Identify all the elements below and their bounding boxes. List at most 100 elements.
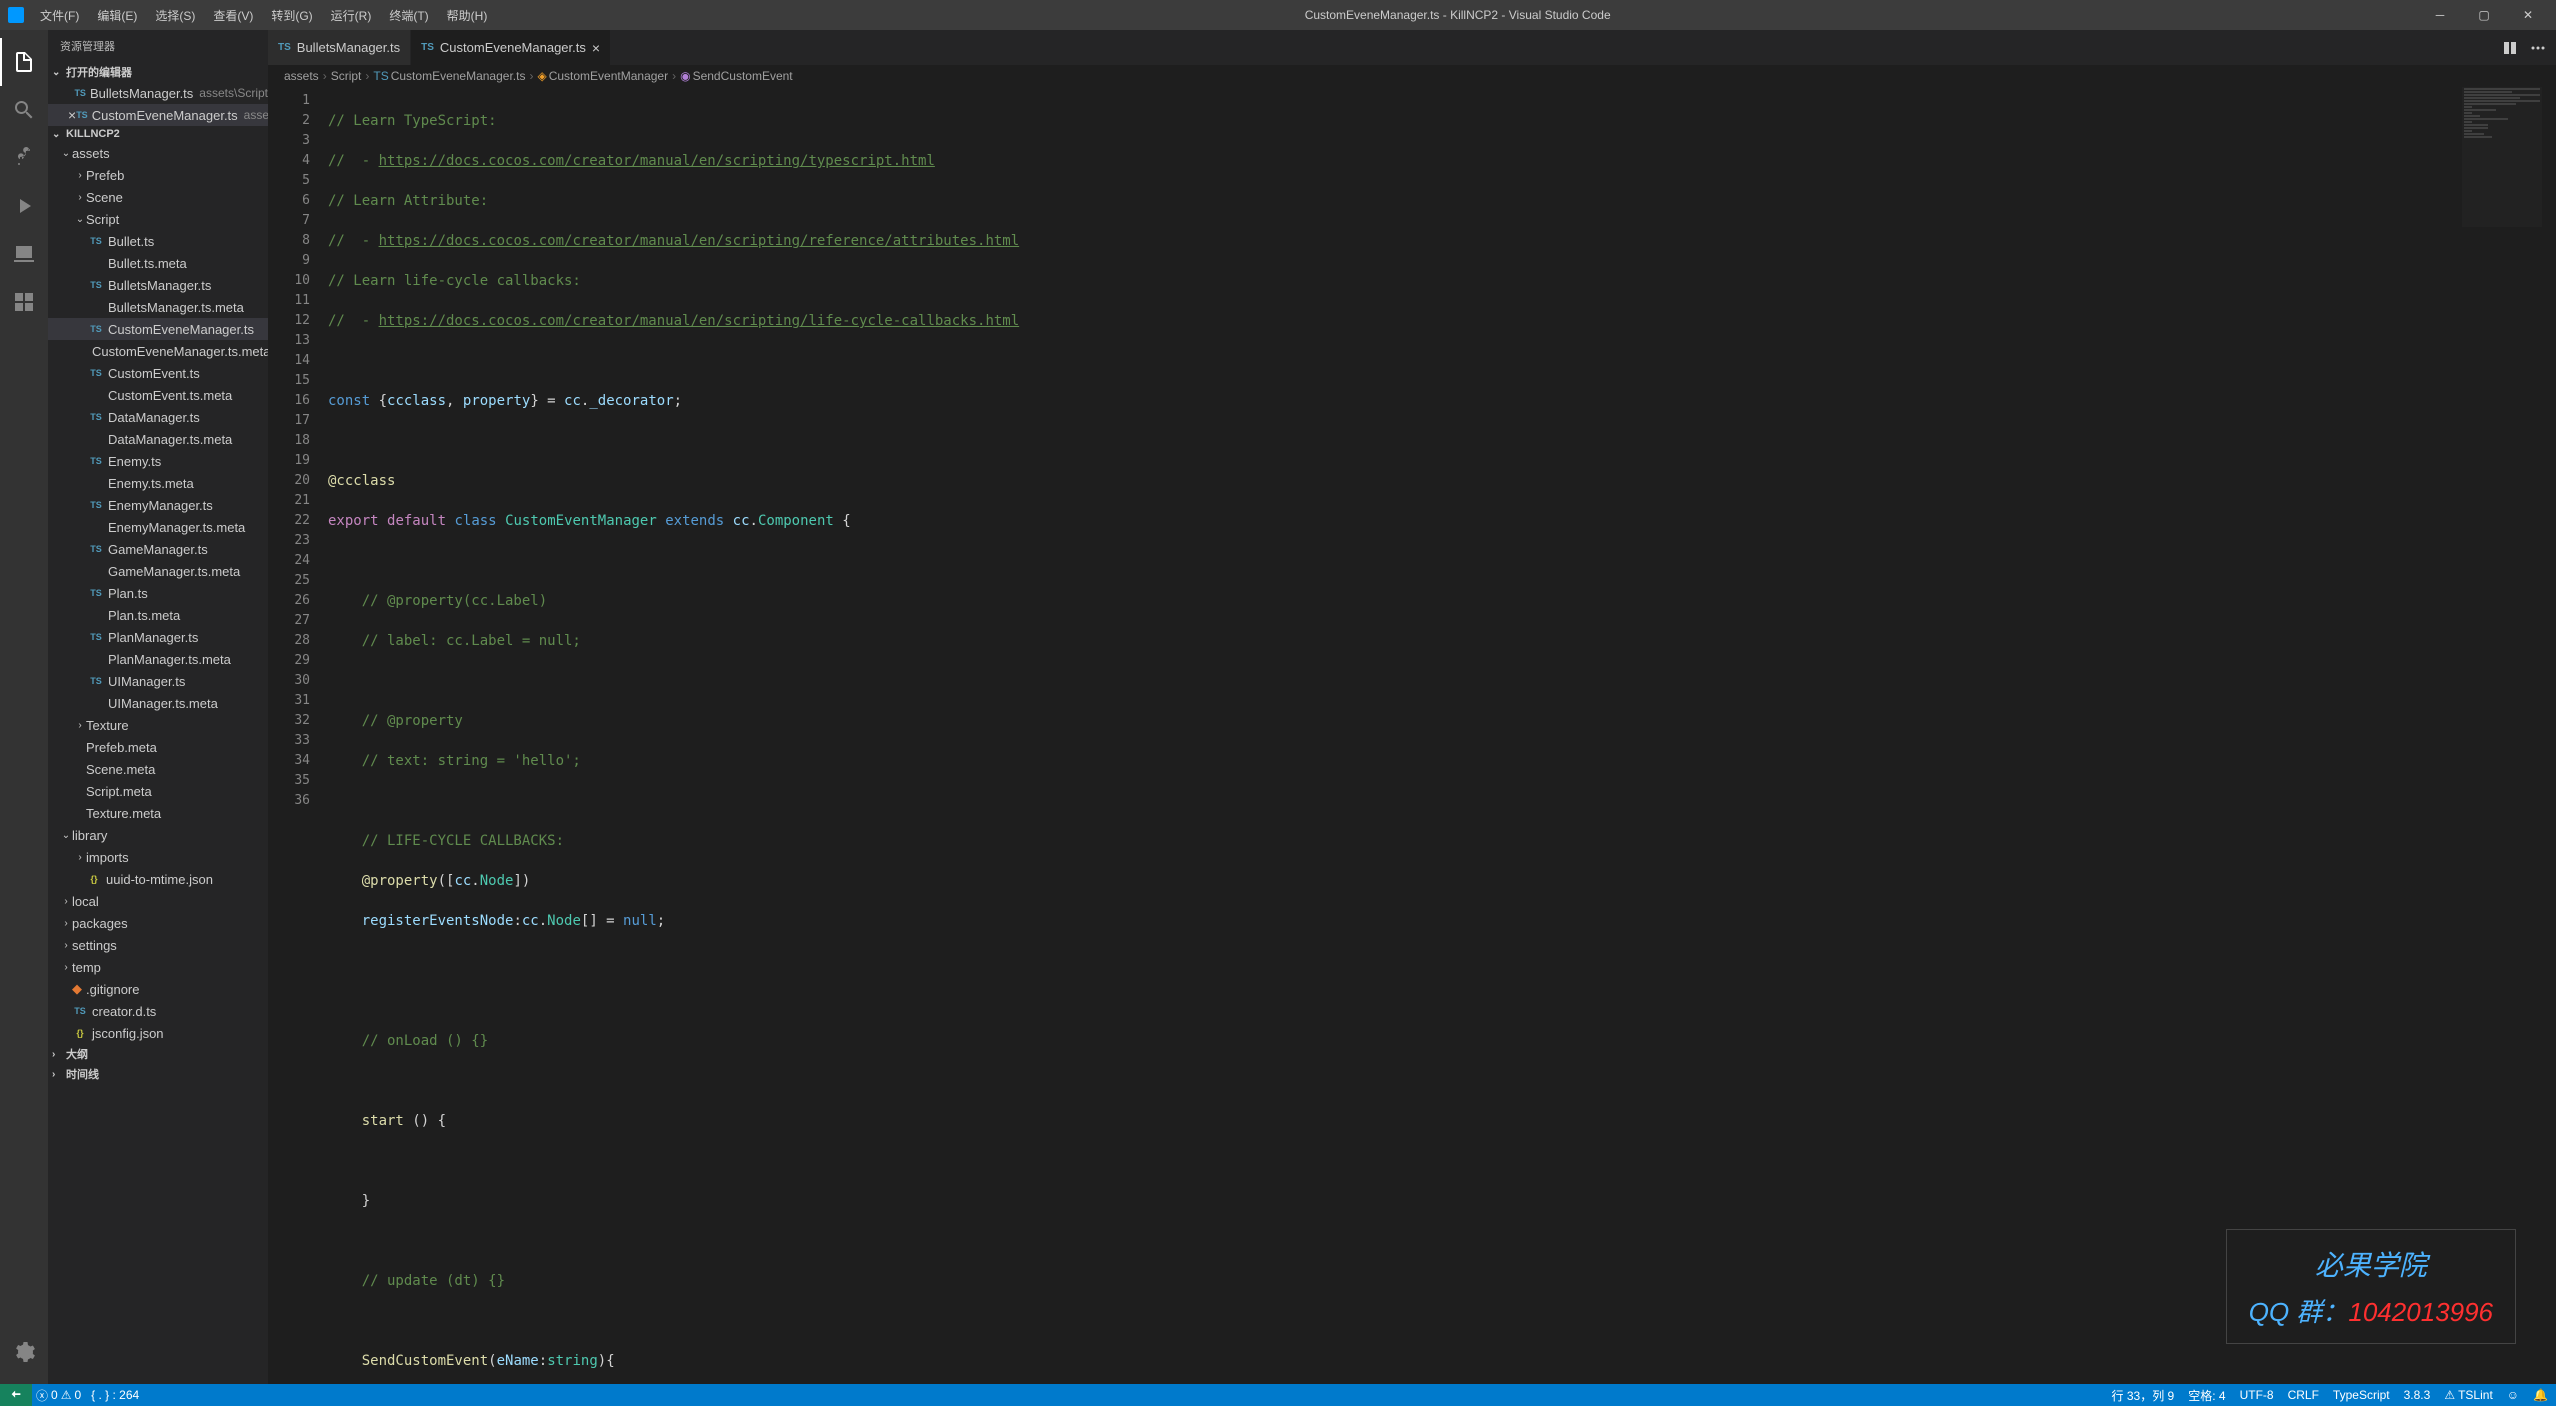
file-item[interactable]: TSCustomEvent.ts <box>48 362 268 384</box>
menu-run[interactable]: 运行(R) <box>323 3 380 28</box>
activity-extensions[interactable] <box>0 278 48 326</box>
folder-local[interactable]: ›local <box>48 890 268 912</box>
folder-script[interactable]: ⌄Script <box>48 208 268 230</box>
file-item[interactable]: Plan.ts.meta <box>48 604 268 626</box>
file-json[interactable]: {}uuid-to-mtime.json <box>48 868 268 890</box>
file-item[interactable]: CustomEveneManager.ts.meta <box>48 340 268 362</box>
file-item[interactable]: TSBulletsManager.ts <box>48 274 268 296</box>
crumb-file[interactable]: TSCustomEveneManager.ts <box>373 69 525 83</box>
file-item[interactable]: TSBullet.ts <box>48 230 268 252</box>
close-icon[interactable]: × <box>68 107 76 123</box>
file-item[interactable]: GameManager.ts.meta <box>48 560 268 582</box>
folder-assets[interactable]: ⌄assets <box>48 142 268 164</box>
status-tslint[interactable]: ⚠ TSLint <box>2444 1388 2492 1402</box>
file-item[interactable]: Enemy.ts.meta <box>48 472 268 494</box>
file-item[interactable]: TSEnemyManager.ts <box>48 494 268 516</box>
tab-custom-event-manager[interactable]: TS CustomEveneManager.ts × <box>411 30 611 65</box>
file-item[interactable]: DataManager.ts.meta <box>48 428 268 450</box>
file-item[interactable]: TSPlan.ts <box>48 582 268 604</box>
status-feedback[interactable]: ☺ <box>2507 1388 2519 1402</box>
split-editor-icon[interactable] <box>2502 40 2518 56</box>
menu-help[interactable]: 帮助(H) <box>439 3 496 28</box>
menu-select[interactable]: 选择(S) <box>147 3 203 28</box>
menu-edit[interactable]: 编辑(E) <box>89 3 145 28</box>
file-item[interactable]: TSCustomEveneManager.ts <box>48 318 268 340</box>
section-open-editors[interactable]: ⌄打开的编辑器 <box>48 62 268 82</box>
file-icon <box>88 431 104 447</box>
file-item[interactable]: TSUIManager.ts <box>48 670 268 692</box>
activity-explorer[interactable] <box>0 38 48 86</box>
file-item[interactable]: EnemyManager.ts.meta <box>48 516 268 538</box>
file-meta[interactable]: Texture.meta <box>48 802 268 824</box>
file-creator[interactable]: TScreator.d.ts <box>48 1000 268 1022</box>
close-button[interactable]: ✕ <box>2508 0 2548 30</box>
menu-file[interactable]: 文件(F) <box>32 3 87 28</box>
file-item[interactable]: BulletsManager.ts.meta <box>48 296 268 318</box>
file-item[interactable]: TSGameManager.ts <box>48 538 268 560</box>
crumb-class[interactable]: ◈CustomEventManager <box>537 69 668 83</box>
status-notifications[interactable]: 🔔 <box>2533 1388 2548 1402</box>
status-encoding[interactable]: UTF-8 <box>2240 1388 2274 1402</box>
ts-file-icon: TS <box>72 1003 88 1019</box>
ts-file-icon: TS <box>421 42 434 53</box>
activity-search[interactable] <box>0 86 48 134</box>
minimap[interactable] <box>2462 87 2542 227</box>
folder-prefeb[interactable]: ›Prefeb <box>48 164 268 186</box>
section-outline[interactable]: ›大纲 <box>48 1044 268 1064</box>
tab-close-icon[interactable]: × <box>592 40 600 56</box>
activity-remote[interactable] <box>0 230 48 278</box>
file-meta[interactable]: Scene.meta <box>48 758 268 780</box>
status-cursor-pos[interactable]: 行 33，列 9 <box>2112 1387 2175 1404</box>
activity-settings[interactable] <box>0 1328 48 1376</box>
folder-settings[interactable]: ›settings <box>48 934 268 956</box>
remote-button[interactable] <box>0 1384 32 1406</box>
file-meta[interactable]: Script.meta <box>48 780 268 802</box>
extensions-icon <box>12 290 36 314</box>
file-item[interactable]: UIManager.ts.meta <box>48 692 268 714</box>
activity-scm[interactable] <box>0 134 48 182</box>
file-gitignore[interactable]: ◆.gitignore <box>48 978 268 1000</box>
file-jsconfig[interactable]: {}jsconfig.json <box>48 1022 268 1044</box>
folder-imports[interactable]: ›imports <box>48 846 268 868</box>
editor-content[interactable]: 1234567891011121314151617181920212223242… <box>268 87 2556 1384</box>
minimize-button[interactable]: ─ <box>2420 0 2460 30</box>
code-area[interactable]: // Learn TypeScript: // - https://docs.c… <box>328 87 2556 1384</box>
folder-texture[interactable]: ›Texture <box>48 714 268 736</box>
folder-packages[interactable]: ›packages <box>48 912 268 934</box>
menu-terminal[interactable]: 终端(T) <box>381 3 436 28</box>
status-errors[interactable]: ⓧ 0 ⚠ 0 <box>36 1387 81 1404</box>
status-eol[interactable]: CRLF <box>2288 1388 2319 1402</box>
status-language[interactable]: TypeScript <box>2333 1388 2390 1402</box>
open-editor-item[interactable]: × TS CustomEveneManager.ts assets\Script <box>48 104 268 126</box>
file-item[interactable]: PlanManager.ts.meta <box>48 648 268 670</box>
breadcrumb[interactable]: assets› Script› TSCustomEveneManager.ts›… <box>268 65 2556 87</box>
timeline-label: 时间线 <box>66 1066 99 1082</box>
crumb-script[interactable]: Script <box>331 69 362 83</box>
menu-view[interactable]: 查看(V) <box>205 3 261 28</box>
activity-debug[interactable] <box>0 182 48 230</box>
scm-icon <box>12 146 36 170</box>
file-meta[interactable]: Prefeb.meta <box>48 736 268 758</box>
more-actions-icon[interactable] <box>2530 40 2546 56</box>
file-icon <box>88 255 104 271</box>
crumb-method[interactable]: ◉SendCustomEvent <box>680 69 793 83</box>
folder-scene[interactable]: ›Scene <box>48 186 268 208</box>
status-indent[interactable]: 空格: 4 <box>2188 1387 2225 1404</box>
open-editor-item[interactable]: TS BulletsManager.ts assets\Script <box>48 82 268 104</box>
section-timeline[interactable]: ›时间线 <box>48 1064 268 1084</box>
status-braces[interactable]: { . } : 264 <box>91 1388 139 1402</box>
section-project[interactable]: ⌄KILLNCP2 <box>48 126 268 142</box>
maximize-button[interactable]: ▢ <box>2464 0 2504 30</box>
file-item[interactable]: TSEnemy.ts <box>48 450 268 472</box>
file-item[interactable]: Bullet.ts.meta <box>48 252 268 274</box>
file-item[interactable]: CustomEvent.ts.meta <box>48 384 268 406</box>
crumb-assets[interactable]: assets <box>284 69 319 83</box>
folder-library[interactable]: ⌄library <box>48 824 268 846</box>
sidebar: 资源管理器 ⌄打开的编辑器 TS BulletsManager.ts asset… <box>48 30 268 1384</box>
file-item[interactable]: TSDataManager.ts <box>48 406 268 428</box>
tab-bullets-manager[interactable]: TS BulletsManager.ts <box>268 30 411 65</box>
folder-temp[interactable]: ›temp <box>48 956 268 978</box>
status-ts-version[interactable]: 3.8.3 <box>2404 1388 2431 1402</box>
file-item[interactable]: TSPlanManager.ts <box>48 626 268 648</box>
menu-goto[interactable]: 转到(G) <box>263 3 320 28</box>
